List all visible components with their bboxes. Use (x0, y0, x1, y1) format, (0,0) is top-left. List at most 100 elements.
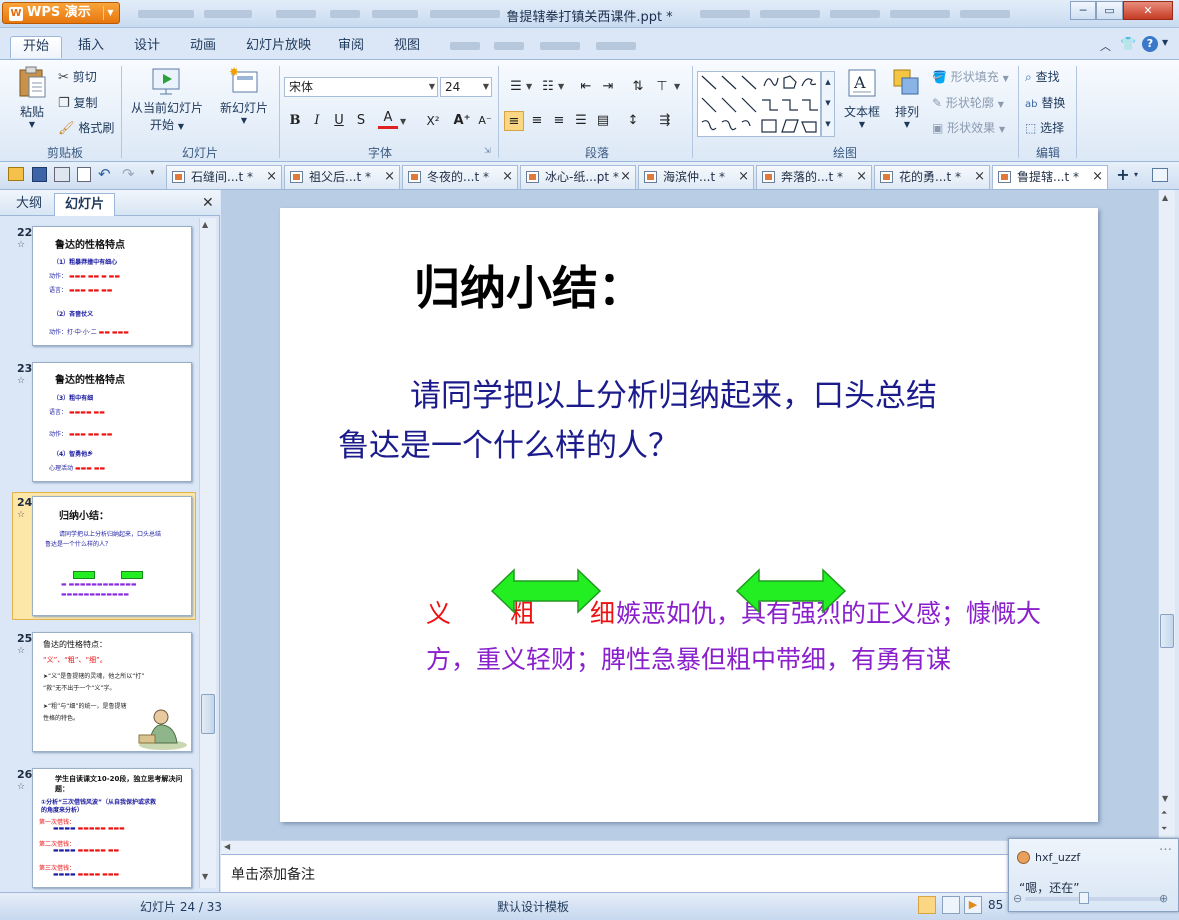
chevron-down-icon[interactable]: ▼ (400, 117, 406, 126)
help-dropdown-icon[interactable]: ▼ (1162, 38, 1168, 47)
numbering-button[interactable]: ☷ (538, 77, 558, 97)
restore-button[interactable]: ▭ (1096, 1, 1123, 20)
slide[interactable]: 归纳小结： 请同学把以上分析归纳起来，口头总结 鲁达是一个什么样的人？ 义 粗 … (280, 208, 1098, 822)
thumbnail-scrollbar[interactable]: ▲ ▼ (199, 218, 216, 888)
shape-fill-button[interactable]: 🪣 形状填充 ▼ (932, 68, 1009, 85)
tab-slideshow[interactable]: 幻灯片放映 (234, 36, 323, 58)
redo-icon[interactable]: ↷ (122, 165, 135, 183)
tab-home[interactable]: 开始 (10, 36, 63, 58)
tab-list-icon[interactable]: ▾ (1134, 170, 1138, 179)
close-tab-icon[interactable]: × (502, 166, 513, 188)
shape-outline-button[interactable]: ✎ 形状轮廓 ▼ (932, 94, 1004, 111)
tab-insert[interactable]: 插入 (66, 36, 116, 58)
slide-question-line1[interactable]: 请同学把以上分析归纳起来，口头总结 (410, 370, 937, 415)
document-tab[interactable]: 花的勇...t * × (874, 165, 990, 189)
zoom-out-icon[interactable]: ⊖ (1013, 892, 1022, 905)
zoom-slider-track[interactable] (1025, 897, 1165, 901)
close-tab-icon[interactable]: × (266, 166, 277, 188)
close-tab-icon[interactable]: × (738, 166, 749, 188)
tab-animation[interactable]: 动画 (178, 36, 228, 58)
text-direction-button[interactable]: ⇅ (628, 77, 648, 97)
strikethrough-button[interactable]: S (351, 111, 371, 131)
font-color-button[interactable]: A (378, 109, 398, 129)
find-button[interactable]: ⌕ 查找 (1025, 68, 1060, 85)
justify-button[interactable]: ☰ (571, 111, 591, 131)
minimize-button[interactable]: ─ (1070, 1, 1096, 20)
slide-summary-line2[interactable]: 方，重义轻财；脾性急暴但粗中带细，有勇有谋 (426, 640, 951, 676)
scrollbar-thumb[interactable] (201, 694, 215, 734)
distribute-button[interactable]: ▤ (593, 111, 613, 131)
document-tab[interactable]: 奔落的...t * × (756, 165, 872, 189)
document-tab[interactable]: 海滨仲...t * × (638, 165, 754, 189)
normal-view-icon[interactable] (918, 896, 936, 914)
help-icon[interactable]: ? (1142, 36, 1158, 52)
close-tab-icon[interactable]: × (974, 166, 985, 188)
bold-button[interactable]: B (285, 111, 305, 131)
font-size-select[interactable]: 24 ▼ (440, 77, 492, 97)
paragraph-spacing-button[interactable]: ⇶ (655, 111, 675, 131)
scroll-down-icon[interactable]: ▼ (1162, 794, 1168, 803)
close-panel-icon[interactable]: ✕ (202, 195, 214, 211)
notes-placeholder[interactable]: 单击添加备注 (231, 864, 315, 884)
paste-button[interactable]: 粘贴 ▼ (12, 66, 52, 129)
save-icon[interactable] (32, 167, 47, 182)
tab-review[interactable]: 审阅 (326, 36, 376, 58)
slide-thumbnail[interactable]: 鲁达的性格特点： “义”、“粗”、“细”。 ➤“义”是鲁提辖的灵魂，他之所以“打… (32, 632, 192, 752)
superscript-button[interactable]: X² (420, 111, 446, 131)
play-from-current-button[interactable]: 从当前幻灯片 开始 ▼ (128, 66, 206, 133)
scroll-left-icon[interactable]: ◀ (224, 842, 230, 851)
document-tab[interactable]: 冬夜的...t * × (402, 165, 518, 189)
slide-thumbnail[interactable]: 鲁达的性格特点 （1）粗暴莽撞中有细心 动作： ▬▬▬ ▬▬ ▬ ▬▬ 语言： … (32, 226, 192, 346)
scroll-up-icon[interactable]: ▲ (202, 220, 208, 229)
slideshow-view-icon[interactable]: ▶ (964, 896, 982, 914)
double-arrow-2[interactable] (735, 568, 849, 614)
align-right-button[interactable]: ≡ (549, 111, 569, 131)
print-icon[interactable] (54, 167, 70, 182)
next-slide-icon[interactable]: ⏷ (1161, 824, 1167, 834)
scrollbar-thumb[interactable] (1160, 614, 1174, 648)
previous-slide-icon[interactable]: ⏶ (1161, 808, 1167, 818)
document-tab[interactable]: 石缝间...t * × (166, 165, 282, 189)
scroll-up-icon[interactable]: ▲ (1162, 193, 1168, 202)
close-tab-icon[interactable]: × (384, 166, 395, 188)
shrink-font-button[interactable]: A⁻ (474, 111, 496, 131)
scroll-down-icon[interactable]: ▼ (202, 872, 208, 881)
select-button[interactable]: ⬚ 选择 (1025, 119, 1064, 136)
chat-menu-icon[interactable]: … (1159, 839, 1172, 854)
close-tab-icon[interactable]: × (1092, 166, 1103, 188)
document-tab[interactable]: 冰心-纸...pt * × (520, 165, 636, 189)
font-name-select[interactable]: 宋体 ▼ (284, 77, 438, 97)
new-slide-button[interactable]: ✸ 新幻灯片 ▼ (214, 65, 274, 125)
increase-indent-button[interactable]: ⇥ (598, 77, 618, 97)
chevron-down-icon[interactable]: ▼ (558, 82, 564, 91)
align-center-button[interactable]: ≡ (527, 111, 547, 131)
align-text-button[interactable]: ⊤ (652, 77, 672, 97)
slide-thumbnail[interactable]: 学生自读课文10-20段，独立思考解决问题： ①分析“三次借钱风波”（从自我保护… (32, 768, 192, 888)
align-left-button[interactable]: ≡ (504, 111, 524, 131)
open-folder-icon[interactable] (8, 167, 24, 181)
close-tab-icon[interactable]: × (856, 166, 867, 188)
font-dialog-launcher-icon[interactable]: ⇲ (484, 146, 491, 155)
slide-thumbnail[interactable]: 鲁达的性格特点 （3）粗中有细 语言： ▬▬▬▬ ▬▬ 动作： ▬▬▬ ▬▬ ▬… (32, 362, 192, 482)
copy-button[interactable]: ❐ 复制 (58, 94, 98, 111)
new-tab-button[interactable]: + (1112, 166, 1134, 186)
chat-notification[interactable]: hxf_uzzf … “嗯，还在” ⊖ ⊕ (1008, 838, 1179, 912)
collapse-ribbon-icon[interactable]: ︿ (1100, 38, 1111, 54)
undo-icon[interactable]: ↶ (98, 165, 111, 183)
line-spacing-button[interactable]: ↕ (623, 111, 643, 131)
cut-button[interactable]: ✂ 剪切 (58, 68, 97, 85)
replace-button[interactable]: ab 替换 (1025, 94, 1065, 111)
shapes-gallery[interactable] (697, 71, 821, 137)
tab-view[interactable]: 视图 (382, 36, 432, 58)
shapes-scroll[interactable]: ▲ ▼ ▼ (821, 71, 835, 137)
bullets-button[interactable]: ☰ (506, 77, 526, 97)
zoom-slider-thumb[interactable] (1079, 892, 1089, 904)
print-preview-icon[interactable] (77, 167, 91, 182)
document-tab-active[interactable]: 鲁提辖...t * × (992, 165, 1108, 189)
tab-outline[interactable]: 大纲 (6, 193, 52, 216)
skin-icon[interactable]: 👕 (1120, 37, 1136, 52)
zoom-in-icon[interactable]: ⊕ (1159, 892, 1168, 905)
slide-sorter-icon[interactable] (942, 896, 960, 914)
chevron-down-icon[interactable]: ▼ (526, 82, 532, 91)
slide-question-line2[interactable]: 鲁达是一个什么样的人？ (338, 420, 679, 465)
